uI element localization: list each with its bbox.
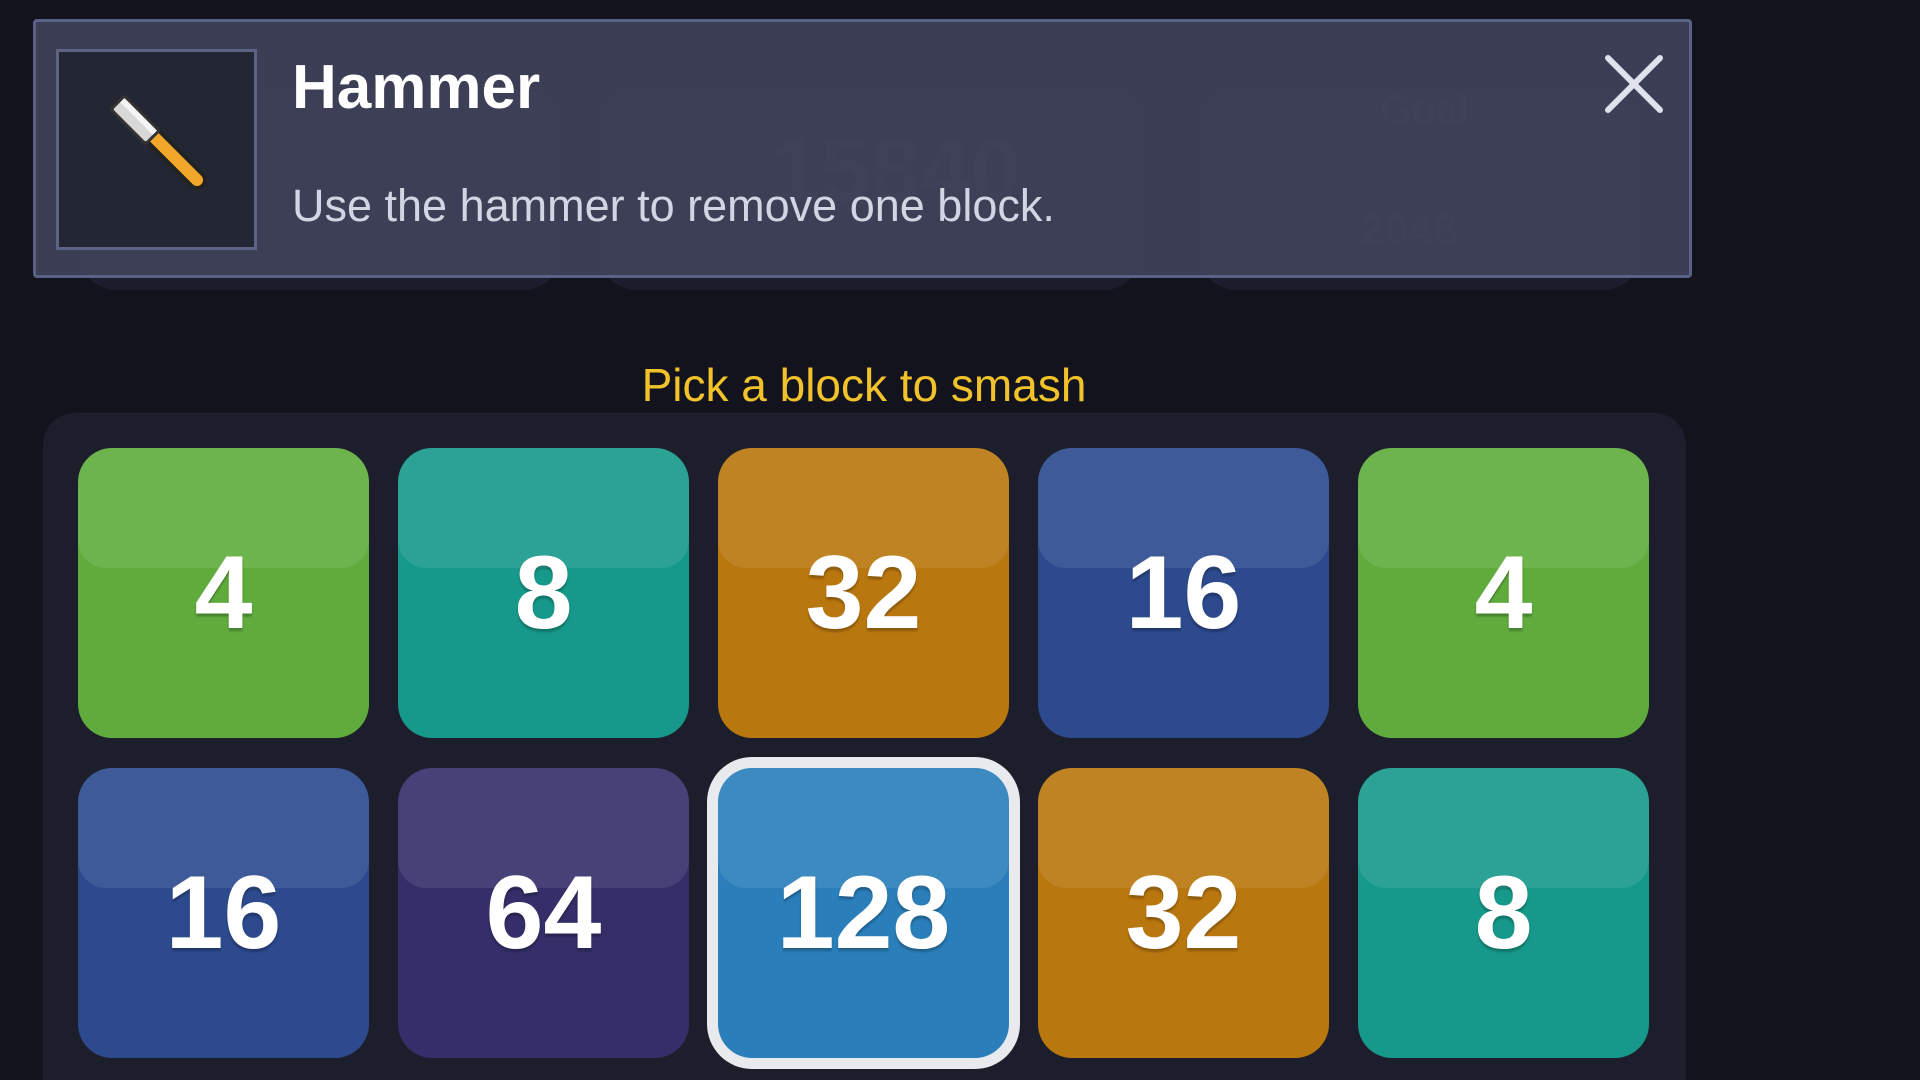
tile-value: 32 [805, 534, 922, 651]
tool-icon-frame [56, 49, 257, 250]
tile-value: 64 [485, 854, 602, 971]
tile-value: 8 [1474, 854, 1533, 971]
hint-text: Pick a block to smash [641, 359, 1087, 411]
tile[interactable]: 8 [1358, 768, 1649, 1058]
close-icon[interactable] [1602, 52, 1666, 116]
tile[interactable]: 32 [1038, 768, 1329, 1058]
tile-selected[interactable]: 128 [718, 768, 1009, 1058]
tile-value: 16 [165, 854, 282, 971]
close-button[interactable] [1602, 52, 1666, 116]
game-board: 4 8 32 16 4 16 64 128 32 8 [43, 413, 1686, 1080]
tile[interactable]: 64 [398, 768, 689, 1058]
tile[interactable]: 4 [1358, 448, 1649, 738]
game-screen: 15840 Goal 2048 Hammer Use the hammer to… [0, 0, 1920, 1080]
tile-value: 128 [776, 854, 951, 971]
tile[interactable]: 16 [78, 768, 369, 1058]
tile-value: 16 [1125, 534, 1242, 651]
tooltip-description: Use the hammer to remove one block. [292, 180, 1055, 231]
hammer-icon [109, 94, 207, 190]
tile-value: 32 [1125, 854, 1242, 971]
hammer-tooltip: Hammer Use the hammer to remove one bloc… [33, 19, 1692, 278]
tile-value: 8 [514, 534, 573, 651]
tile[interactable]: 8 [398, 448, 689, 738]
tile[interactable]: 4 [78, 448, 369, 738]
tooltip-title: Hammer [292, 53, 541, 122]
tile[interactable]: 32 [718, 448, 1009, 738]
tile-value: 4 [1474, 534, 1533, 651]
tile[interactable]: 16 [1038, 448, 1329, 738]
tile-value: 4 [194, 534, 253, 651]
